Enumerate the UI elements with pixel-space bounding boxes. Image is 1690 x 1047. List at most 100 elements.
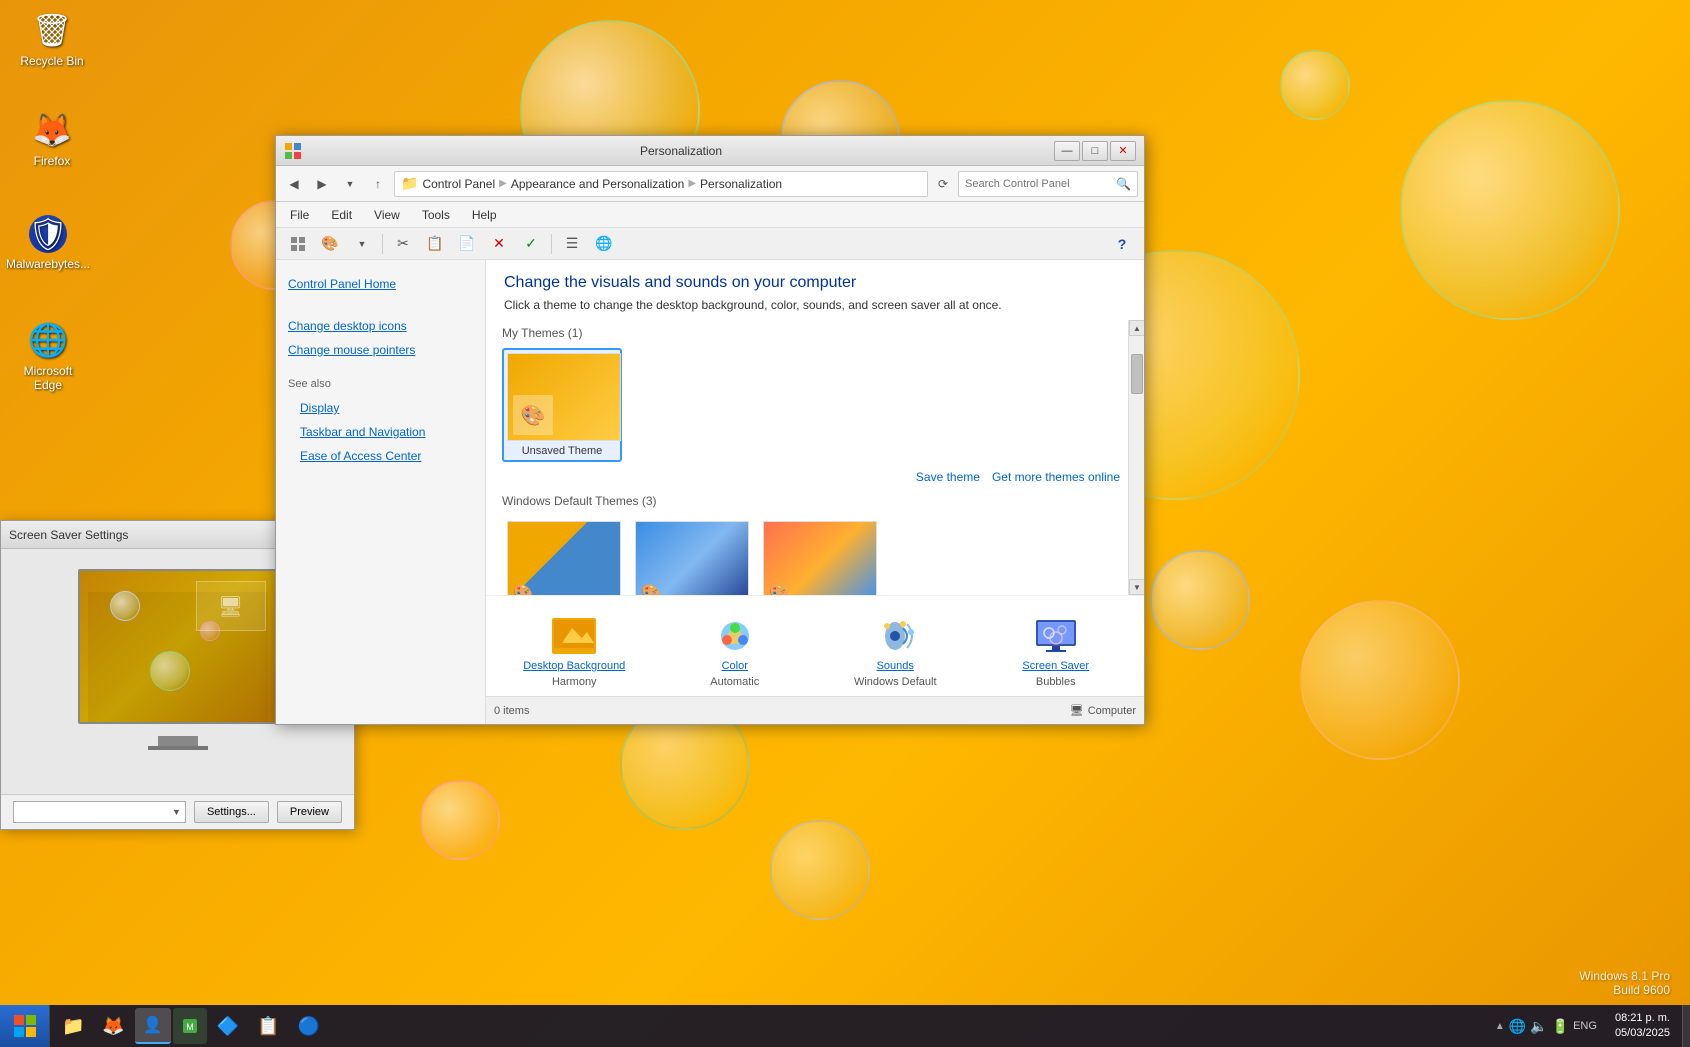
theme-win1-bg: 🎨 — [508, 522, 620, 595]
svg-text:M: M — [186, 1022, 194, 1032]
my-themes-grid: 🎨 Unsaved Theme — [494, 344, 1136, 466]
window-controls: — □ ✕ — [1054, 141, 1136, 161]
status-bar: 0 items 🖥 Computer — [486, 696, 1144, 724]
malwarebytes-icon: 🛡 — [29, 215, 67, 253]
show-desktop-button[interactable] — [1682, 1005, 1690, 1047]
recycle-bin-icon: 🗑 — [32, 10, 72, 50]
windows-themes-grid: 🎨 Windows 🎨 — [494, 512, 1136, 595]
sidebar-display[interactable]: Display — [288, 396, 473, 420]
toolbar-delete-btn[interactable]: ✕ — [485, 231, 513, 257]
up-button[interactable]: ↑ — [366, 172, 390, 196]
search-input[interactable] — [965, 178, 1112, 190]
screen-saver-label: Screen Saver — [1022, 660, 1089, 672]
windows-watermark: Windows 8.1 Pro Build 9600 — [1579, 969, 1670, 997]
taskbar: 📁 🦊 👤 M 🔷 📋 🔵 ▲ 🌐 🔈 🔋 ENG 08:21 p. m. 05… — [0, 1005, 1690, 1047]
toolbar-dropdown-btn[interactable]: ▼ — [348, 231, 376, 257]
sidebar-ease-of-access[interactable]: Ease of Access Center — [288, 444, 473, 468]
sidebar-see-also: See also Display Taskbar and Navigation … — [276, 378, 485, 468]
menu-tools[interactable]: Tools — [412, 205, 460, 225]
taskbar-clock[interactable]: 08:21 p. m. 05/03/2025 — [1603, 1011, 1682, 1042]
computer-label: Computer — [1088, 705, 1136, 717]
theme-windows-1[interactable]: 🎨 Windows — [502, 516, 622, 595]
menu-view[interactable]: View — [364, 205, 410, 225]
themes-area: My Themes (1) 🎨 Unsaved Theme — [486, 320, 1144, 595]
toolbar-paste-btn[interactable]: 📄 — [453, 231, 481, 257]
scroll-thumb[interactable] — [1131, 354, 1143, 394]
theme-unsaved[interactable]: 🎨 Unsaved Theme — [502, 348, 622, 462]
malwarebytes-label: Malwarebytes... — [6, 257, 90, 271]
get-more-themes-link[interactable]: Get more themes online — [992, 470, 1120, 484]
taskbar-ie[interactable]: 🔷 — [209, 1008, 247, 1044]
menu-file[interactable]: File — [280, 205, 319, 225]
toolbar-globe-btn[interactable]: 🌐 — [590, 231, 618, 257]
bubble-7 — [1150, 550, 1250, 650]
sep-2: ▶ — [688, 178, 696, 189]
scroll-down-arrow[interactable]: ▼ — [1129, 579, 1144, 595]
theme-windows-3[interactable]: 🎨 Characters — [758, 516, 878, 595]
taskbar-app1[interactable]: 📋 — [249, 1008, 287, 1044]
desktop-background-item[interactable]: Desktop Background Harmony — [494, 608, 655, 696]
back-button[interactable]: ◀ — [282, 172, 306, 196]
menu-help[interactable]: Help — [462, 205, 507, 225]
scroll-up-arrow[interactable]: ▲ — [1129, 320, 1144, 336]
desktop-icon-edge[interactable]: 🌐 Microsoft Edge — [8, 320, 88, 392]
screen-saver-item[interactable]: Screen Saver Bubbles — [976, 608, 1137, 696]
recent-button[interactable]: ▼ — [338, 172, 362, 196]
taskbar-green[interactable]: M — [173, 1008, 207, 1044]
toolbar-paint-btn[interactable]: 🎨 — [316, 231, 344, 257]
close-button[interactable]: ✕ — [1110, 141, 1136, 161]
dropdown-arrow-icon: ▼ — [172, 807, 181, 817]
theme-win3-preview: 🎨 — [763, 521, 877, 595]
content-area: Control Panel Home Change desktop icons … — [276, 260, 1144, 724]
desktop-background-label: Desktop Background — [523, 660, 625, 672]
forward-button[interactable]: ▶ — [310, 172, 334, 196]
computer-btn[interactable]: 🖥 Computer — [1070, 704, 1136, 717]
preview-button[interactable]: Preview — [277, 801, 342, 823]
themes-container[interactable]: My Themes (1) 🎨 Unsaved Theme — [486, 320, 1144, 595]
bubble-10 — [1400, 100, 1620, 320]
start-button[interactable] — [0, 1005, 50, 1047]
search-icon: 🔍 — [1116, 177, 1131, 191]
menu-edit[interactable]: Edit — [321, 205, 362, 225]
sidebar-taskbar[interactable]: Taskbar and Navigation — [288, 420, 473, 444]
sidebar-change-desktop-icons[interactable]: Change desktop icons — [276, 314, 485, 338]
minimize-button[interactable]: — — [1054, 141, 1080, 161]
toolbar-properties-btn[interactable]: ☰ — [558, 231, 586, 257]
monitor-stand — [158, 736, 198, 746]
my-themes-title: My Themes (1) — [494, 320, 1136, 344]
folder-icon: 📁 — [401, 175, 418, 192]
toolbar-copy-btn[interactable]: 📋 — [421, 231, 449, 257]
address-path[interactable]: 📁 Control Panel ▶ Appearance and Persona… — [394, 171, 928, 197]
edge-label: Microsoft Edge — [8, 364, 88, 392]
theme-preview-bg: 🎨 — [508, 354, 620, 440]
sounds-item[interactable]: Sounds Windows Default — [815, 608, 976, 696]
taskbar-file-explorer[interactable]: 📁 — [54, 1008, 92, 1044]
taskbar-app2[interactable]: 🔵 — [290, 1008, 328, 1044]
screensaver-dropdown[interactable]: ▼ — [13, 801, 186, 823]
toolbar-help-btn[interactable]: ? — [1108, 231, 1136, 257]
search-box[interactable]: 🔍 — [958, 171, 1138, 197]
taskbar-items: 📁 🦊 👤 M 🔷 📋 🔵 — [50, 1005, 1489, 1047]
screensaver-preview: 🖥 — [78, 569, 278, 724]
desktop-icon-malwarebytes[interactable]: 🛡 Malwarebytes... — [8, 215, 88, 271]
desktop-icon-recycle-bin[interactable]: 🗑 Recycle Bin — [12, 10, 92, 68]
taskbar-log[interactable]: 👤 — [135, 1008, 171, 1044]
sidebar-change-mouse-pointers[interactable]: Change mouse pointers — [276, 338, 485, 362]
toolbar-view-btn[interactable] — [284, 231, 312, 257]
refresh-button[interactable]: ⟳ — [932, 173, 954, 195]
settings-button[interactable]: Settings... — [194, 801, 269, 823]
maximize-button[interactable]: □ — [1082, 141, 1108, 161]
save-theme-link[interactable]: Save theme — [916, 470, 980, 484]
desktop-background-icon — [550, 616, 598, 656]
desktop-icon-firefox[interactable]: 🦊 Firefox — [12, 110, 92, 168]
taskbar-firefox[interactable]: 🦊 — [94, 1008, 132, 1044]
tray-up-arrow-icon[interactable]: ▲ — [1495, 1021, 1505, 1032]
toolbar-check-btn[interactable]: ✓ — [517, 231, 545, 257]
firefox-label: Firefox — [34, 154, 71, 168]
toolbar-cut-btn[interactable]: ✂ — [389, 231, 417, 257]
tray-network-icon: 🌐 — [1509, 1018, 1526, 1035]
color-item[interactable]: Color Automatic — [655, 608, 816, 696]
taskbar-tray: ▲ 🌐 🔈 🔋 ENG — [1489, 1018, 1603, 1035]
sidebar-control-panel-home[interactable]: Control Panel Home — [276, 272, 485, 296]
theme-windows-2[interactable]: 🎨 Architecture — [630, 516, 750, 595]
